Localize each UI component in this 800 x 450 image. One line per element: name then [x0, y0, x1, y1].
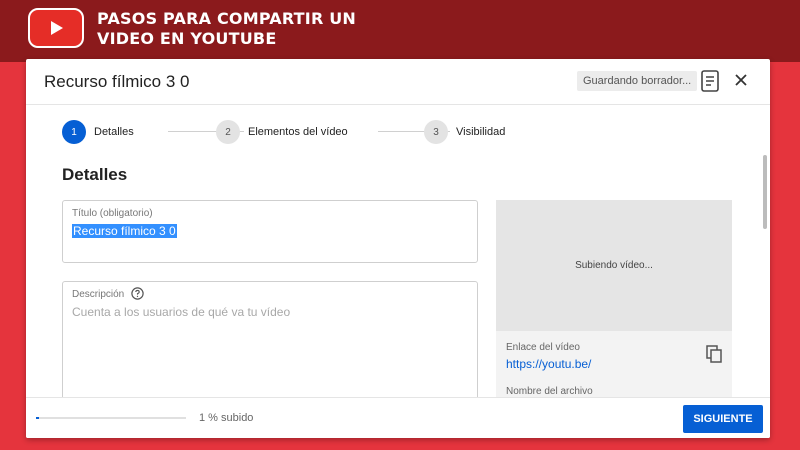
step-label: Elementos del vídeo — [248, 126, 348, 138]
step-number: 1 — [62, 120, 86, 144]
header-banner: PASOS PARA COMPARTIR UN VIDEO EN YOUTUBE — [0, 0, 800, 62]
banner-title: PASOS PARA COMPARTIR UN VIDEO EN YOUTUBE — [97, 9, 357, 48]
upload-progress-bar — [36, 417, 186, 419]
title-field[interactable]: Título (obligatorio) Recurso fílmico 3 0 — [62, 200, 478, 263]
video-link[interactable]: https://youtu.be/ — [506, 357, 591, 371]
scrollbar[interactable] — [763, 155, 767, 229]
step-label: Visibilidad — [456, 126, 506, 138]
video-link-label: Enlace del vídeo — [506, 342, 580, 353]
step-number: 2 — [216, 120, 240, 144]
dialog-header: Recurso fílmico 3 0 Guardando borrador..… — [26, 59, 770, 105]
youtube-play-icon — [28, 8, 84, 48]
step-label: Detalles — [94, 126, 134, 138]
copy-icon[interactable] — [706, 345, 722, 363]
upload-stepper: 1 Detalles 2 Elementos del vídeo 3 Visib… — [62, 119, 562, 145]
next-button[interactable]: SIGUIENTE — [683, 405, 763, 433]
close-icon[interactable] — [733, 72, 749, 88]
title-input[interactable]: Recurso fílmico 3 0 — [72, 224, 177, 238]
video-preview: Subiendo vídeo... — [496, 200, 732, 331]
step-number: 3 — [424, 120, 448, 144]
description-field-label: Descripción — [72, 289, 125, 300]
title-field-label: Título (obligatorio) — [72, 208, 153, 219]
description-field[interactable]: Descripción Cuenta a los usuarios de qué… — [62, 281, 478, 411]
step-details[interactable]: 1 Detalles — [62, 119, 134, 145]
upload-dialog: Recurso fílmico 3 0 Guardando borrador..… — [26, 59, 770, 438]
upload-progress-fill — [36, 417, 39, 419]
upload-progress-text: 1 % subido — [199, 412, 254, 424]
dialog-title: Recurso fílmico 3 0 — [44, 72, 190, 91]
description-input[interactable]: Cuenta a los usuarios de qué va tu vídeo — [72, 305, 290, 319]
filename-label: Nombre del archivo — [506, 386, 593, 397]
saving-status-badge: Guardando borrador... — [577, 71, 698, 91]
step-video-elements[interactable]: 2 Elementos del vídeo — [216, 119, 348, 145]
help-icon[interactable] — [131, 287, 144, 300]
feedback-icon[interactable] — [701, 70, 719, 92]
section-title: Detalles — [62, 165, 128, 184]
upload-status: Subiendo vídeo... — [575, 260, 653, 271]
step-visibility[interactable]: 3 Visibilidad — [424, 119, 505, 145]
dialog-footer: 1 % subido SIGUIENTE — [26, 397, 770, 438]
